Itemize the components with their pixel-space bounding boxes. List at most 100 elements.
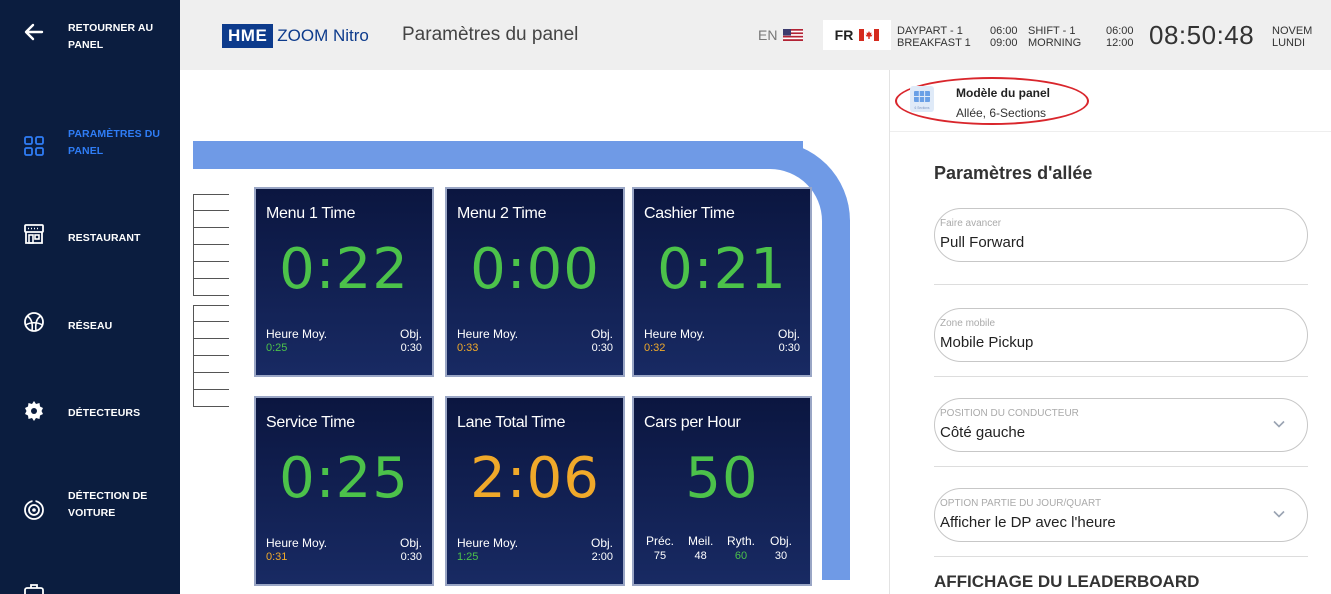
tile-avg-label: Heure Moy. bbox=[457, 536, 519, 550]
date-day: LUNDI bbox=[1272, 37, 1306, 49]
lane-track-top bbox=[193, 141, 803, 169]
tile-value: 0:22 bbox=[279, 237, 409, 302]
logo-product-text: ZOOM Nitro bbox=[277, 26, 369, 45]
tile-obj-value: 0:30 bbox=[591, 342, 613, 354]
sidebar-item-panel-settings[interactable]: PARAMÈTRES DU PANEL bbox=[0, 120, 180, 180]
stat-previous: Préc. 75 bbox=[646, 534, 674, 562]
panel-model-title: Modèle du panel bbox=[956, 86, 1051, 100]
shift-label: SHIFT - 1 bbox=[1028, 25, 1076, 37]
field-label: POSITION DU CONDUCTEUR bbox=[940, 408, 1079, 419]
tile-obj-label: Obj. bbox=[590, 327, 613, 341]
shift-info: SHIFT - 1 MORNING bbox=[1028, 25, 1081, 49]
panel-model-subtitle: Allée, 6-Sections bbox=[956, 106, 1047, 120]
sidebar-item-label: PARAMÈTRES DU PANEL bbox=[68, 128, 161, 157]
tile-avg-label: Heure Moy. bbox=[457, 327, 519, 341]
sidebar-item-car-detection[interactable]: DÉTECTION DE VOITURE bbox=[0, 482, 180, 542]
grid-icon bbox=[24, 136, 44, 156]
divider bbox=[934, 556, 1308, 557]
panel-layout-canvas: Menu 1 Time 0:22 Heure Moy. 0:25 Obj. 0:… bbox=[180, 70, 889, 594]
tile-avg-value: 0:25 bbox=[266, 342, 288, 354]
briefcase-icon[interactable] bbox=[22, 582, 46, 594]
sidebar-item-label: RESTAURANT bbox=[68, 232, 141, 244]
daypart-label: DAYPART - 1 bbox=[897, 25, 963, 37]
us-flag-icon bbox=[783, 29, 804, 41]
sidebar-item-label: DÉTECTEURS bbox=[68, 407, 141, 419]
stat-label: Meil. bbox=[688, 534, 714, 548]
daypart-option-select[interactable]: OPTION PARTIE DU JOUR/QUART Afficher le … bbox=[934, 488, 1308, 542]
chevron-down-icon bbox=[1273, 510, 1285, 518]
sidebar-item-label: DÉTECTION DE VOITURE bbox=[68, 490, 148, 519]
field-label: Faire avancer bbox=[940, 218, 1002, 229]
tile-title: Cashier Time bbox=[644, 205, 735, 222]
back-to-panel-button[interactable]: RETOURNER AU PANEL bbox=[0, 0, 180, 70]
car-detection-icon bbox=[24, 498, 44, 520]
language-en-button[interactable]: EN bbox=[758, 27, 804, 43]
tile-cashier-time[interactable]: Cashier Time 0:21 Heure Moy. 0:32 Obj. 0… bbox=[632, 187, 812, 377]
stat-label: Ryth. bbox=[727, 534, 756, 548]
tile-obj-label: Obj. bbox=[777, 327, 800, 341]
stat-best: Meil. 48 bbox=[688, 534, 713, 562]
storefront-icon bbox=[24, 224, 44, 244]
shift-start: 06:00 bbox=[1106, 25, 1134, 37]
tile-title: Service Time bbox=[266, 414, 355, 431]
field-label: OPTION PARTIE DU JOUR/QUART bbox=[940, 498, 1102, 509]
language-en-label: EN bbox=[758, 27, 778, 43]
app-root: RETOURNER AU PANEL PARAMÈTRES DU PANEL R… bbox=[0, 0, 1331, 594]
date-info: NOVEM LUNDI bbox=[1272, 25, 1312, 49]
field-value: Mobile Pickup bbox=[940, 334, 1034, 351]
gear-icon bbox=[25, 401, 43, 421]
daypart-start: 06:00 bbox=[990, 25, 1018, 37]
canada-flag-icon bbox=[859, 29, 880, 41]
driver-position-select[interactable]: POSITION DU CONDUCTEUR Côté gauche bbox=[934, 398, 1308, 452]
tile-avg-label: Heure Moy. bbox=[644, 327, 706, 341]
stat-rhythm: Ryth. 60 bbox=[727, 534, 755, 562]
panel-model-selector[interactable]: 6 Sections Modèle du panel Allée, 6-Sect… bbox=[890, 70, 1331, 132]
tile-avg-value: 1:25 bbox=[457, 551, 479, 563]
field-label: Zone mobile bbox=[940, 318, 996, 329]
tile-lane-total-time[interactable]: Lane Total Time 2:06 Heure Moy. 1:25 Obj… bbox=[445, 396, 625, 586]
tile-menu-2-time[interactable]: Menu 2 Time 0:00 Heure Moy. 0:33 Obj. 0:… bbox=[445, 187, 625, 377]
tile-obj-label: Obj. bbox=[590, 536, 613, 550]
shift-name: MORNING bbox=[1028, 37, 1082, 49]
language-fr-button[interactable]: FR bbox=[823, 20, 891, 50]
back-label: RETOURNER AU PANEL bbox=[68, 22, 154, 51]
pull-forward-field[interactable]: Faire avancer Pull Forward bbox=[934, 208, 1308, 262]
tile-value: 2:06 bbox=[470, 446, 600, 511]
sidebar: RETOURNER AU PANEL PARAMÈTRES DU PANEL R… bbox=[0, 0, 180, 594]
field-value: Côté gauche bbox=[940, 424, 1026, 441]
tile-value: 0:21 bbox=[657, 237, 787, 302]
back-arrow-icon bbox=[24, 23, 44, 41]
lane-sensor-ladder-lower bbox=[193, 305, 229, 407]
tile-cars-per-hour[interactable]: Cars per Hour 50 Préc. 75 Meil. 48 Ryth.… bbox=[632, 396, 812, 586]
language-fr-label: FR bbox=[834, 27, 854, 43]
chevron-down-icon bbox=[1273, 420, 1285, 428]
mobile-zone-field[interactable]: Zone mobile Mobile Pickup bbox=[934, 308, 1308, 362]
tile-value: 0:00 bbox=[470, 237, 600, 302]
shift-end: 12:00 bbox=[1106, 37, 1134, 49]
lane-track-right bbox=[822, 220, 850, 580]
stat-value: 30 bbox=[774, 550, 788, 562]
tile-service-time[interactable]: Service Time 0:25 Heure Moy. 0:31 Obj. 0… bbox=[254, 396, 434, 586]
field-value: Afficher le DP avec l'heure bbox=[940, 514, 1116, 531]
tile-title: Menu 1 Time bbox=[266, 205, 356, 222]
sidebar-item-label: RÉSEAU bbox=[68, 320, 113, 332]
hme-logo: HME ZOOM Nitro bbox=[222, 24, 369, 48]
stat-objective: Obj. 30 bbox=[770, 534, 792, 562]
sidebar-item-detectors[interactable]: DÉTECTEURS bbox=[0, 385, 180, 445]
divider bbox=[934, 466, 1308, 467]
stat-label: Obj. bbox=[770, 534, 793, 548]
tile-menu-1-time[interactable]: Menu 1 Time 0:22 Heure Moy. 0:25 Obj. 0:… bbox=[254, 187, 434, 377]
panel-layout-thumbnail-icon: 6 Sections bbox=[910, 86, 934, 112]
sidebar-item-restaurant[interactable]: RESTAURANT bbox=[0, 210, 180, 270]
tile-obj-label: Obj. bbox=[399, 327, 422, 341]
clock: 08:50:48 bbox=[1149, 20, 1255, 50]
network-globe-icon bbox=[24, 312, 44, 332]
daypart-times: 06:00 09:00 bbox=[990, 25, 1018, 49]
daypart-info: DAYPART - 1 BREAKFAST 1 bbox=[897, 25, 971, 49]
tile-avg-label: Heure Moy. bbox=[266, 536, 328, 550]
stat-value: 75 bbox=[653, 550, 667, 562]
tile-avg-label: Heure Moy. bbox=[266, 327, 328, 341]
tile-avg-value: 0:33 bbox=[457, 342, 479, 354]
logo-hme-text: HME bbox=[222, 24, 274, 48]
sidebar-item-network[interactable]: RÉSEAU bbox=[0, 298, 180, 358]
